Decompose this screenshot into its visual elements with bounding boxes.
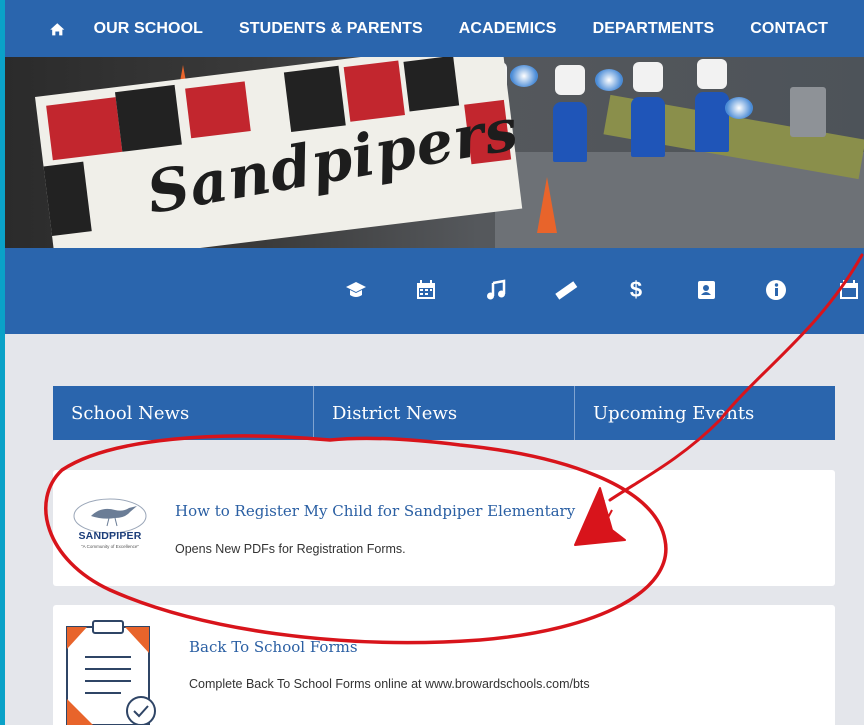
cheerleader xyxy=(631,97,665,157)
browser-viewport: OUR SCHOOL STUDENTS & PARENTS ACADEMICS … xyxy=(5,0,864,725)
traffic-cone xyxy=(537,177,557,233)
news-tabs: School News District News Upcoming Event… xyxy=(53,386,835,440)
nav-departments[interactable]: DEPARTMENTS xyxy=(593,20,715,38)
pom-pom xyxy=(510,65,538,87)
cheerleader-top xyxy=(555,65,585,95)
news-card[interactable]: SANDPIPER "A Community of Excellence" Ho… xyxy=(53,470,835,586)
music-note-icon[interactable] xyxy=(484,278,508,302)
hero-photo: Sandpipers xyxy=(5,57,864,248)
logo-tagline: "A Community of Excellence" xyxy=(81,544,139,549)
news-description: Opens New PDFs for Registration Forms. xyxy=(175,542,406,556)
news-title[interactable]: How to Register My Child for Sandpiper E… xyxy=(175,502,575,520)
news-title[interactable]: Back To School Forms xyxy=(189,638,358,656)
ruler-icon[interactable] xyxy=(554,278,578,302)
top-navigation: OUR SCHOOL STUDENTS & PARENTS ACADEMICS … xyxy=(5,0,864,57)
cheerleader xyxy=(553,102,587,162)
news-card[interactable]: Back To School Forms Complete Back To Sc… xyxy=(53,605,835,725)
pom-pom xyxy=(595,69,623,91)
calendar-icon[interactable] xyxy=(414,278,438,302)
cheerleader xyxy=(695,92,729,152)
nav-academics[interactable]: ACADEMICS xyxy=(459,20,557,38)
pom-pom xyxy=(725,97,753,119)
calendar-icon[interactable] xyxy=(837,278,861,302)
news-description: Complete Back To School Forms online at … xyxy=(189,677,590,691)
logo-text: SANDPIPER xyxy=(78,530,142,542)
nav-students-parents[interactable]: STUDENTS & PARENTS xyxy=(239,20,423,38)
cheerleader-top xyxy=(633,62,663,92)
sandpiper-logo: SANDPIPER "A Community of Excellence" xyxy=(67,494,153,558)
nav-contact[interactable]: CONTACT xyxy=(750,20,828,38)
address-book-icon[interactable] xyxy=(694,278,718,302)
home-icon[interactable] xyxy=(49,18,66,40)
tab-upcoming-events[interactable]: Upcoming Events xyxy=(575,386,835,440)
dollar-icon[interactable]: $ xyxy=(624,277,648,302)
cheerleader-top xyxy=(697,59,727,89)
quick-links-bar: $ xyxy=(5,248,864,334)
graduation-cap-icon[interactable] xyxy=(344,278,368,302)
nav-our-school[interactable]: OUR SCHOOL xyxy=(94,20,203,38)
info-icon[interactable] xyxy=(764,278,788,302)
tab-school-news[interactable]: School News xyxy=(53,386,314,440)
trash-can xyxy=(790,87,826,137)
sandpiper-bird-icon xyxy=(73,498,147,534)
form-checklist-icon xyxy=(66,620,156,725)
tab-district-news[interactable]: District News xyxy=(314,386,575,440)
